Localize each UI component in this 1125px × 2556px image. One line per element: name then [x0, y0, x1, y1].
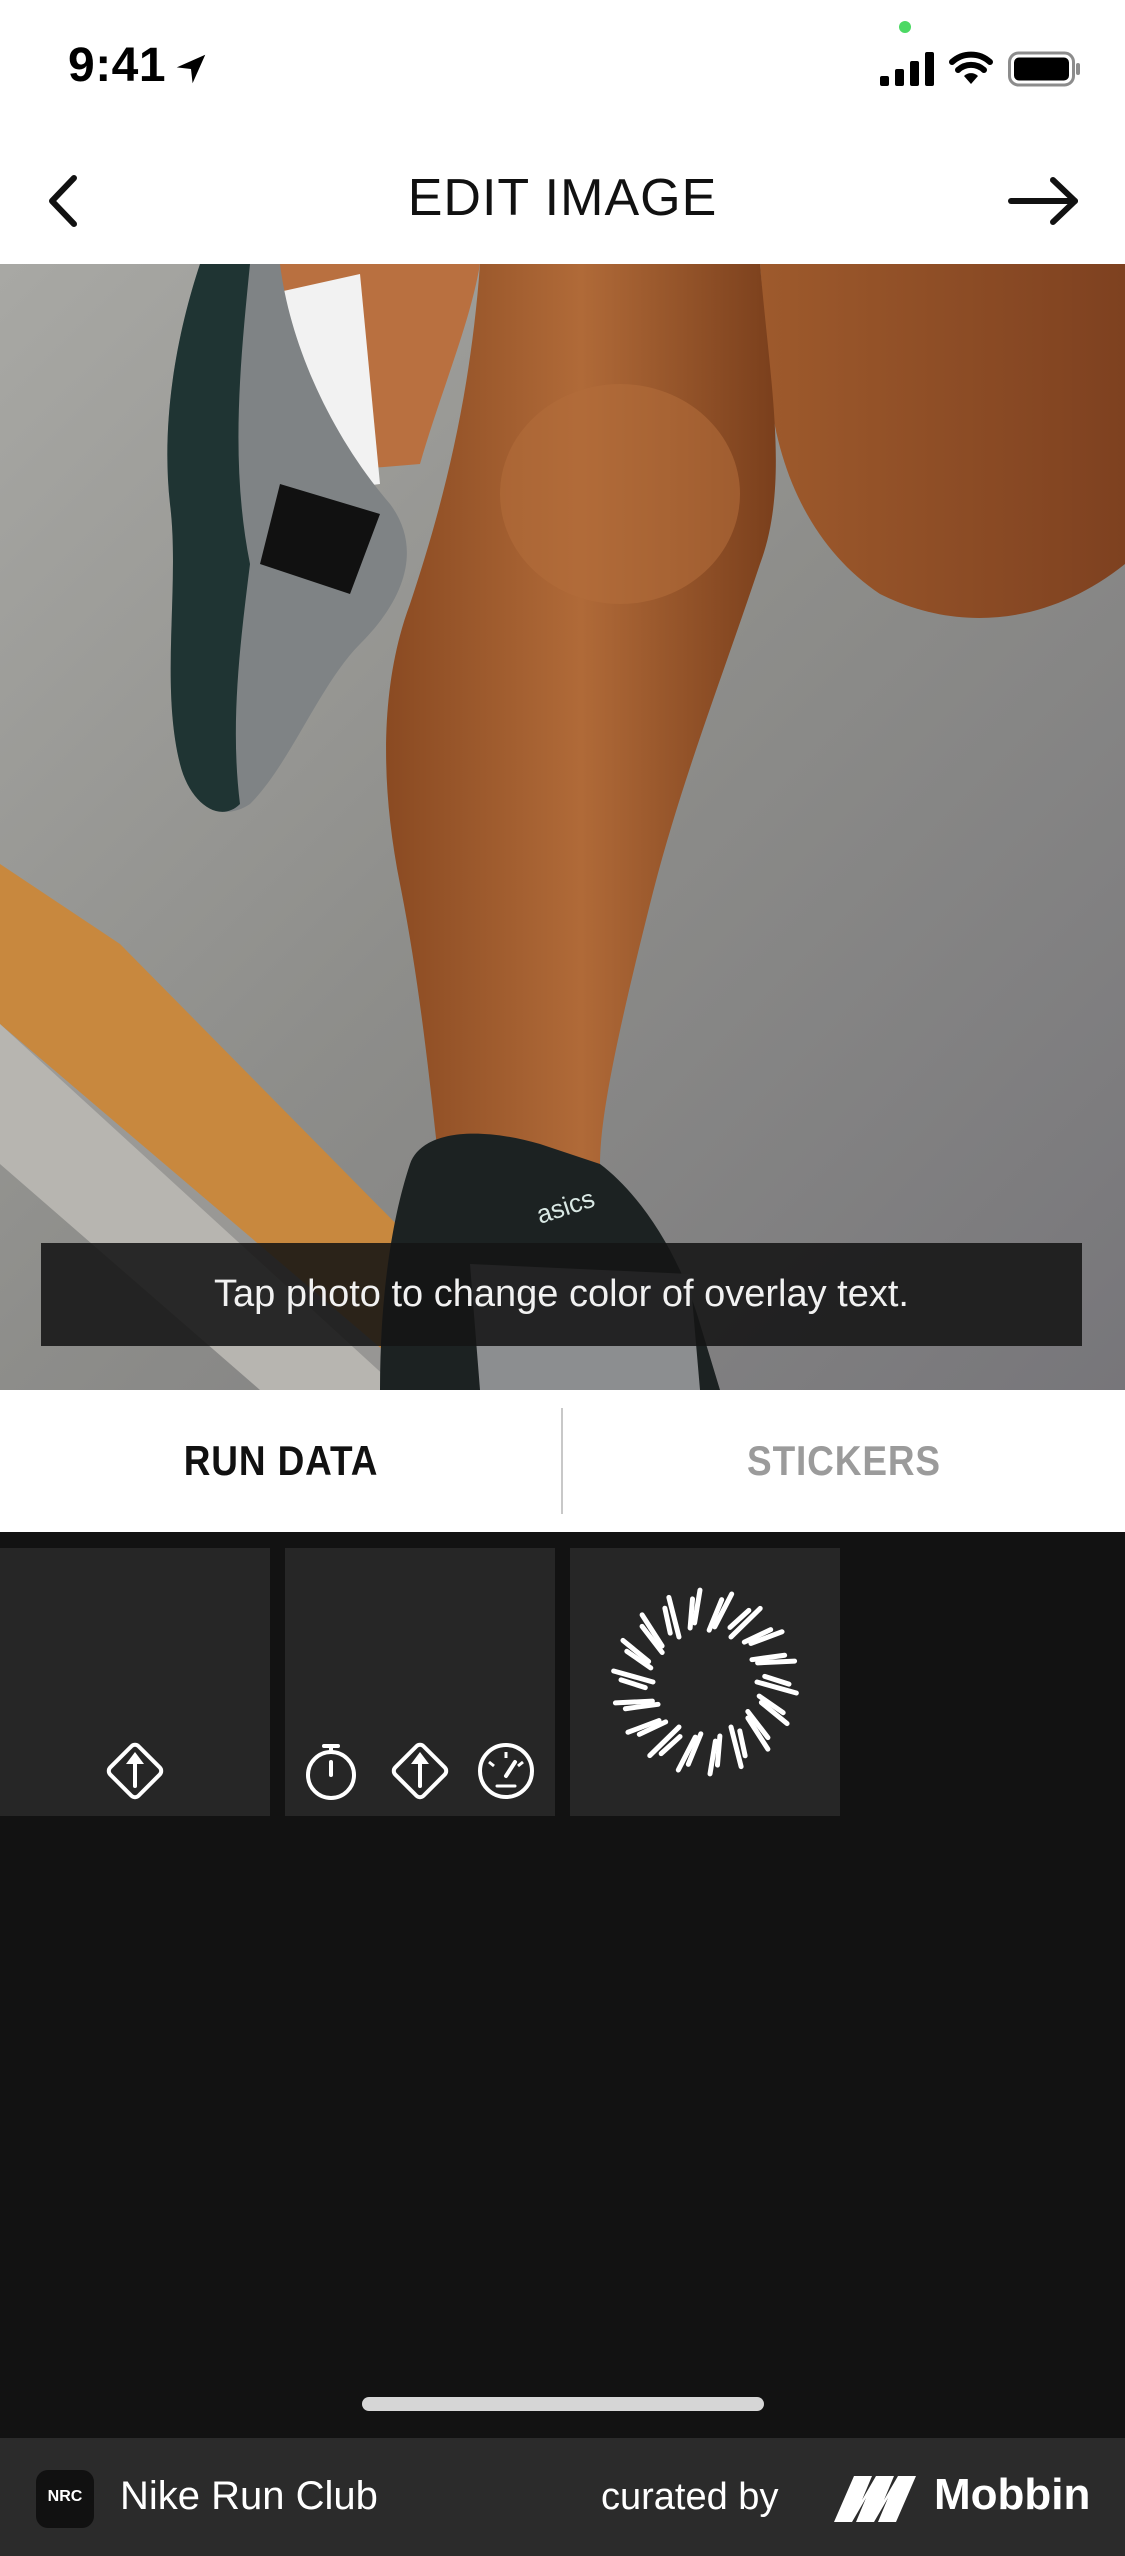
- photo-canvas[interactable]: asics Tap photo to change color of overl…: [0, 264, 1125, 1390]
- app-name: Nike Run Club: [120, 2474, 378, 2518]
- tab-stickers[interactable]: STICKERS: [597, 1390, 1092, 1532]
- sunburst-ray: [737, 1728, 748, 1759]
- sunburst-ray: [662, 1605, 673, 1636]
- sunburst-ray: [622, 1701, 661, 1712]
- sunburst-ray: [749, 1652, 788, 1663]
- battery-icon: [1008, 51, 1080, 87]
- overlay-option-sunburst[interactable]: [570, 1548, 840, 1816]
- signal-icon: [880, 52, 934, 86]
- overlay-option-time-distance-pace[interactable]: [285, 1548, 555, 1816]
- sunburst-ray: [692, 1587, 703, 1626]
- pace-gauge-icon: [478, 1743, 534, 1799]
- distance-icon: [106, 1742, 164, 1800]
- curated-by-label: curated by: [601, 2476, 779, 2518]
- arrow-right-icon[interactable]: [1005, 168, 1083, 234]
- tab-bar: RUN DATA STICKERS: [0, 1390, 1125, 1532]
- app-logo-text: NRC: [47, 2488, 83, 2505]
- sunburst-ray: [714, 1733, 723, 1768]
- home-indicator: [362, 2397, 764, 2411]
- sunburst-ray: [755, 1658, 798, 1666]
- runner-photo: asics: [0, 264, 1125, 1390]
- status-bar: 9:41: [0, 0, 1125, 140]
- overlay-option-distance[interactable]: [0, 1548, 270, 1816]
- mobbin-logo-icon: [834, 2476, 916, 2522]
- location-arrow-icon: [176, 54, 206, 84]
- mobbin-brand: Mobbin: [934, 2470, 1091, 2519]
- sunburst-ray: [707, 1738, 718, 1777]
- sunburst-ray: [687, 1596, 696, 1631]
- page-title: EDIT IMAGE: [407, 169, 718, 227]
- stopwatch-icon: [306, 1744, 356, 1800]
- wifi-icon: [949, 51, 993, 84]
- tab-divider: [561, 1408, 563, 1514]
- nav-bar: EDIT IMAGE: [0, 140, 1125, 264]
- overlay-options-grid: [0, 1532, 1125, 2438]
- camera-indicator-dot: [899, 21, 911, 33]
- sunburst-ray: [612, 1698, 655, 1706]
- tab-run-data[interactable]: RUN DATA: [34, 1390, 529, 1532]
- footer-bar: NRC Nike Run Club curated by Mobbin: [0, 2438, 1125, 2556]
- distance-icon: [391, 1742, 449, 1800]
- sunburst-icon: [611, 1587, 799, 1777]
- status-time: 9:41: [68, 39, 167, 92]
- app-logo: NRC: [36, 2470, 94, 2528]
- overlay-hint: Tap photo to change color of overlay tex…: [41, 1243, 1082, 1346]
